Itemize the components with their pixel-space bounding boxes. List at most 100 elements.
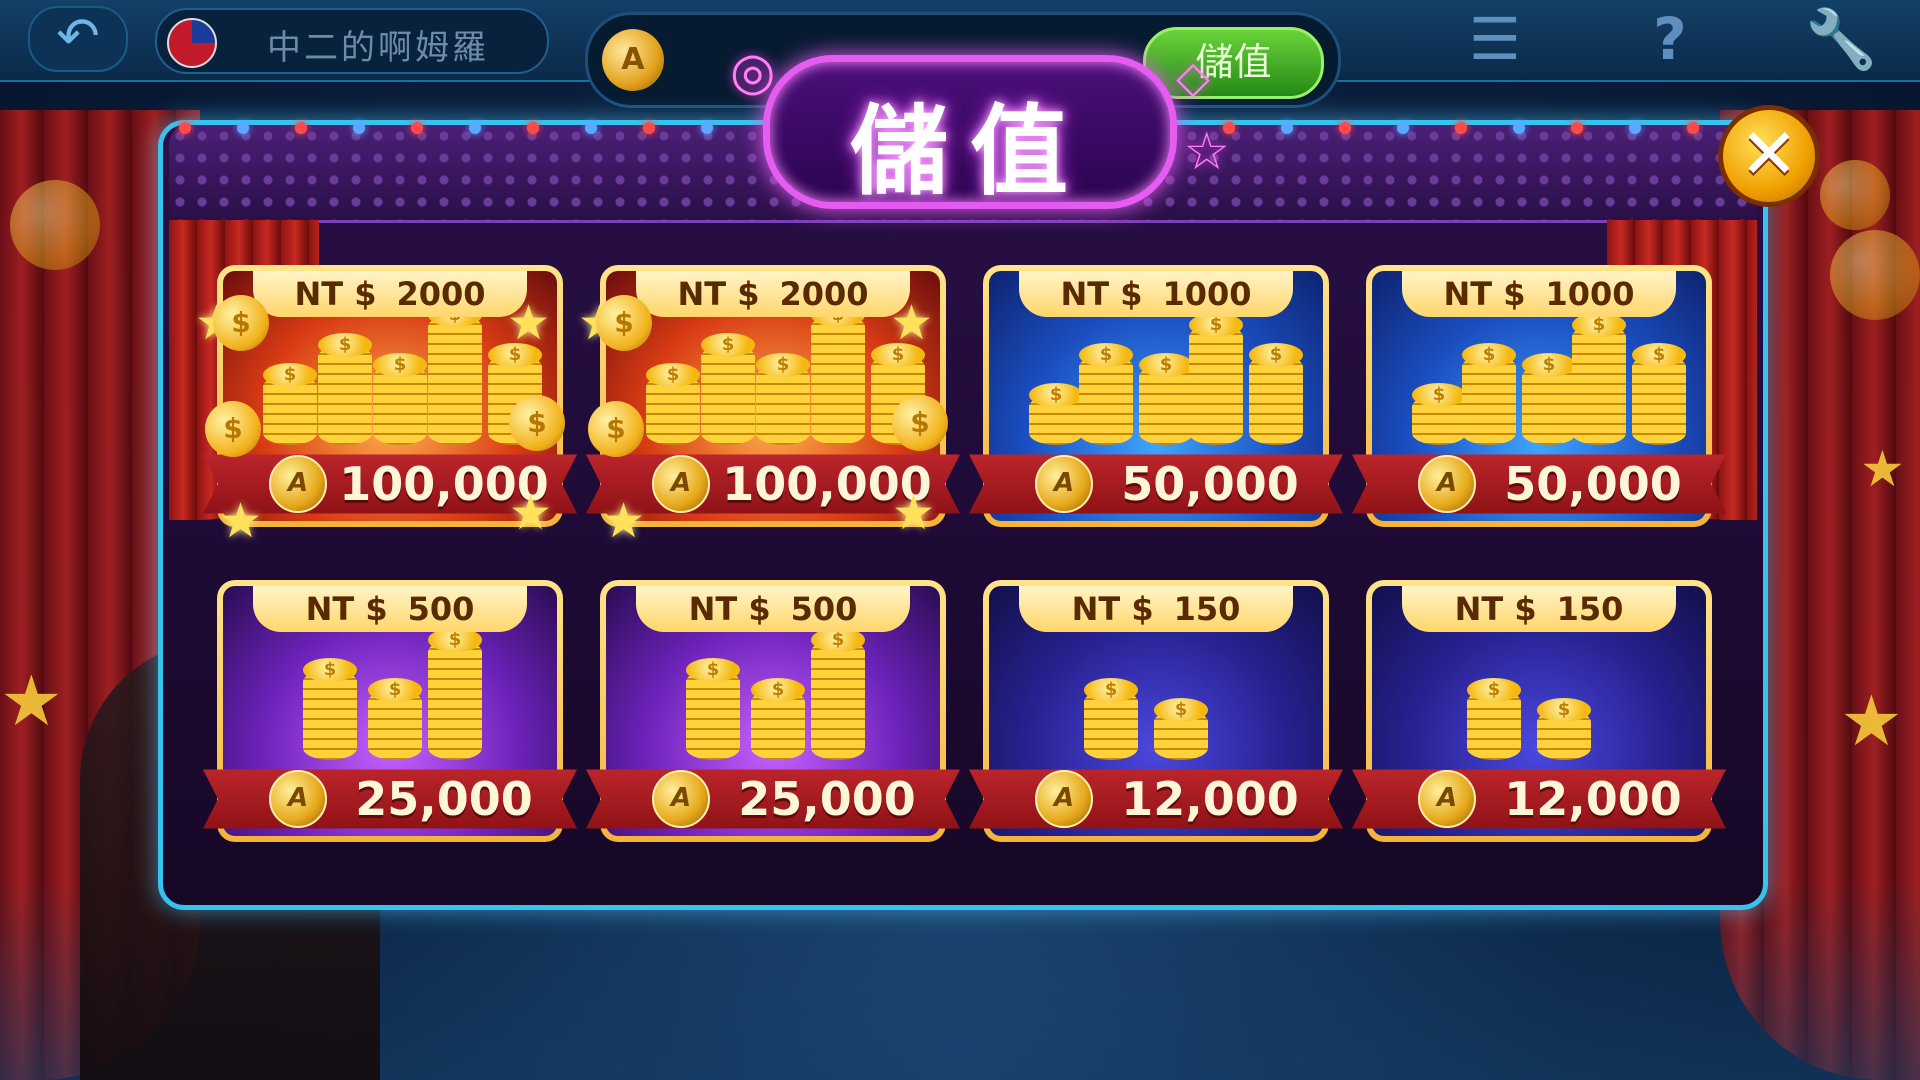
flying-coin-icon: $ [213, 295, 269, 351]
sparkle-star-icon: ★ [602, 493, 646, 549]
sparkle-star-icon: ★ [892, 485, 936, 541]
price-tag: NT $ 2000 [636, 271, 910, 317]
price-value: 1000 [1162, 275, 1252, 313]
marquee-bulb [1629, 122, 1641, 134]
coin-stack-icon: $ [701, 333, 755, 445]
clipboard-icon[interactable]: ☰ [1460, 6, 1530, 72]
coin-stack-icon: $ [756, 353, 810, 445]
coin-top-icon: $ [1412, 383, 1466, 407]
coin-amount: 25,000 [738, 772, 916, 826]
coin-stack-icon: $ [1189, 313, 1243, 445]
package-card[interactable]: $ $ $ NT $500 A 25,000 [203, 580, 577, 850]
flag-icon [167, 18, 217, 68]
coin-amount: 50,000 [1504, 457, 1682, 511]
marquee-bulb [585, 122, 597, 134]
coin-stack-icon: $ [1029, 383, 1083, 445]
coin-icon: A [1418, 455, 1476, 513]
marquee-bulb [1513, 122, 1525, 134]
price-tag: NT $ 500 [253, 586, 527, 632]
wrench-icon[interactable]: 🔧 [1805, 6, 1877, 72]
sparkle-star-icon: ★ [507, 295, 551, 351]
player-info[interactable]: 中二的啊姆羅 [155, 8, 549, 74]
question-icon[interactable]: ? [1635, 6, 1705, 72]
price-currency: NT $ [1060, 275, 1143, 313]
coin-stack-icon: $ [1522, 353, 1576, 445]
package-card[interactable]: $ $ NT $ 150 A 12,000 [1352, 580, 1726, 850]
coin-top-icon: $ [1537, 698, 1591, 722]
coin-stack-icon: $ [1154, 698, 1208, 760]
coin-stack-icon: $ [811, 628, 865, 760]
coin-top-icon: $ [303, 658, 357, 682]
price-tag: NT $ 500 [636, 586, 910, 632]
coin-top-icon: $ [1249, 343, 1303, 367]
topup-button[interactable]: 儲值 [1143, 27, 1324, 99]
coin-top-icon: $ [1139, 353, 1193, 377]
close-button[interactable]: ✕ [1718, 105, 1820, 207]
coin-top-icon: $ [318, 333, 372, 357]
ring-icon: ◎ [730, 42, 776, 102]
coin-amount: 12,000 [1121, 772, 1299, 826]
marquee-bulb [179, 122, 191, 134]
sparkle-star-icon: ★ [509, 485, 553, 541]
package-card[interactable]: $ $ NT $ 150 A 12,000 [969, 580, 1343, 850]
coin-icon: A [1035, 770, 1093, 828]
title-plaque: ◎ 儲值 ◇ ☆ [730, 42, 1230, 209]
marquee-bulb [237, 122, 249, 134]
coin-stack-icon: $ [751, 678, 805, 760]
back-button[interactable]: ↶ [28, 6, 128, 72]
marquee-bulb [1687, 122, 1699, 134]
coin-top-icon: $ [1079, 343, 1133, 367]
background-coin [10, 180, 100, 270]
sparkle-star-icon: ★ [890, 295, 934, 351]
flying-coin-icon: $ [596, 295, 652, 351]
price-tag: NT $ 1000 [1402, 271, 1676, 317]
coin-stack-icon: $ [368, 678, 422, 760]
price-currency: NT $ [677, 275, 760, 313]
coin-stack-icon: $ [811, 303, 865, 445]
coin-amount: 12,000 [1504, 772, 1682, 826]
background-star-icon: ★ [0, 660, 63, 742]
coin-stack-icon: $ [1084, 678, 1138, 760]
price-tag: NT $ 1000 [1019, 271, 1293, 317]
coin-stack-icon: $ [303, 658, 357, 760]
price-value: 500 [407, 590, 475, 628]
package-card[interactable]: $$$$$NT $2000A100,000★★★★$$$ [578, 265, 960, 549]
price-tag: NT $ 150 [1402, 586, 1676, 632]
package-card[interactable]: $ $ $ $ $ NT $1000 A 50,000 [969, 265, 1343, 535]
package-card[interactable]: $ $ $ $ $ NT $1000 A 50,000 [1352, 265, 1726, 535]
coin-stack-icon: $ [1079, 343, 1133, 445]
marquee-bulb [411, 122, 423, 134]
coin-stack-icon: $ [1412, 383, 1466, 445]
price-value: 2000 [779, 275, 869, 313]
background-coin [1820, 160, 1890, 230]
coin-top-icon: $ [686, 658, 740, 682]
background-star-icon: ★ [1860, 440, 1905, 498]
back-arrow-icon: ↶ [56, 7, 100, 67]
coin-icon: A [602, 29, 664, 91]
coin-top-icon: $ [1467, 678, 1521, 702]
coin-top-icon: $ [1029, 383, 1083, 407]
modal-title: 儲值 [849, 95, 1090, 209]
marquee-bulb [527, 122, 539, 134]
package-card[interactable]: $$$$$NT $2000A100,000★★★★$$$ [195, 265, 577, 549]
price-tag: NT $ 2000 [253, 271, 527, 317]
price-value: 2000 [396, 275, 486, 313]
coin-top-icon: $ [646, 363, 700, 387]
price-value: 1000 [1545, 275, 1635, 313]
coin-stack-icon: $ [428, 303, 482, 445]
coin-icon: A [269, 770, 327, 828]
flying-coin-icon: $ [509, 395, 565, 451]
coin-stack-icon: $ [1632, 343, 1686, 445]
flying-coin-icon: $ [892, 395, 948, 451]
coin-stack-icon: $ [1249, 343, 1303, 445]
price-value: 500 [790, 590, 858, 628]
marquee-bulb [1281, 122, 1293, 134]
coin-top-icon: $ [373, 353, 427, 377]
price-currency: NT $ [1071, 590, 1154, 628]
marquee-bulb [643, 122, 655, 134]
coin-stack-icon: $ [646, 363, 700, 445]
package-card[interactable]: $ $ $ NT $500 A 25,000 [586, 580, 960, 850]
marquee-bulb [1571, 122, 1583, 134]
coin-top-icon: $ [368, 678, 422, 702]
marquee-bulb [1455, 122, 1467, 134]
